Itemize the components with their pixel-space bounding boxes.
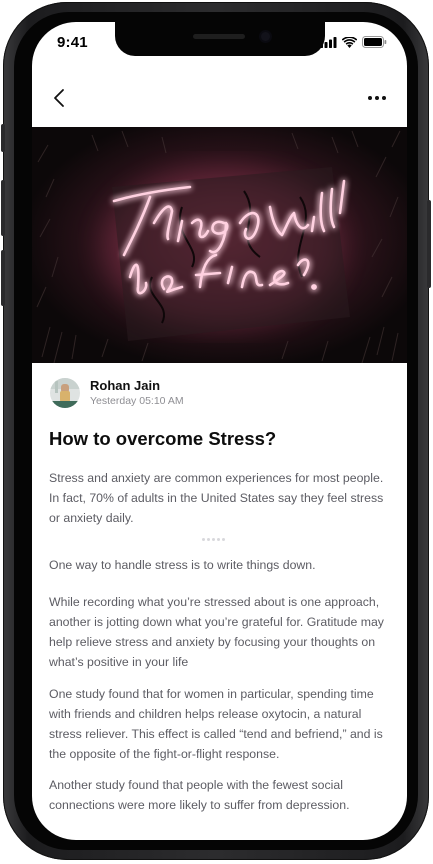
post-date: Yesterday 05:10 AM xyxy=(90,395,184,407)
status-time: 9:41 xyxy=(57,34,88,51)
divider-dot xyxy=(212,538,215,541)
divider-dot xyxy=(217,538,220,541)
more-dot-icon xyxy=(375,96,379,100)
article-paragraph: While recording what you’re stressed abo… xyxy=(49,595,384,669)
divider-dot xyxy=(202,538,205,541)
article-paragraph: One way to handle stress is to write thi… xyxy=(49,558,316,572)
avatar[interactable] xyxy=(50,378,80,408)
power-button xyxy=(427,200,431,288)
screen: 9:41 Rohan Jain Yesterday 05:10 AM How t… xyxy=(32,22,407,840)
divider-dot xyxy=(222,538,225,541)
divider-dot xyxy=(207,538,210,541)
more-options-button[interactable] xyxy=(363,85,391,111)
wifi-icon xyxy=(342,36,357,48)
article-paragraph: One study found that for women in partic… xyxy=(49,687,383,761)
phone-frame: 9:41 Rohan Jain Yesterday 05:10 AM How t… xyxy=(1,2,431,860)
notch xyxy=(115,22,325,56)
phone-bezel: 9:41 Rohan Jain Yesterday 05:10 AM How t… xyxy=(14,12,418,850)
volume-up-button xyxy=(1,180,5,236)
battery-icon xyxy=(362,36,387,48)
author-info: Rohan Jain Yesterday 05:10 AM xyxy=(90,378,184,408)
volume-down-button xyxy=(1,250,5,306)
avatar-photo xyxy=(50,378,80,408)
article-paragraph: Another study found that people with the… xyxy=(49,778,350,812)
article-intro: Stress and anxiety are common experience… xyxy=(49,471,384,525)
front-camera xyxy=(261,32,270,41)
author-name[interactable]: Rohan Jain xyxy=(90,378,184,394)
status-icons xyxy=(320,35,387,49)
navigation-bar xyxy=(32,77,407,127)
article-title: How to overcome Stress? xyxy=(49,428,277,449)
author-row[interactable]: Rohan Jain Yesterday 05:10 AM xyxy=(50,378,184,408)
speaker-grille xyxy=(193,34,245,39)
neon-sign-photo xyxy=(32,127,407,363)
hero-image xyxy=(32,127,407,363)
more-dot-icon xyxy=(382,96,386,100)
back-button[interactable] xyxy=(46,85,72,111)
chevron-left-icon xyxy=(54,89,64,107)
section-divider xyxy=(202,538,225,541)
more-dot-icon xyxy=(368,96,372,100)
silent-switch xyxy=(1,124,5,152)
